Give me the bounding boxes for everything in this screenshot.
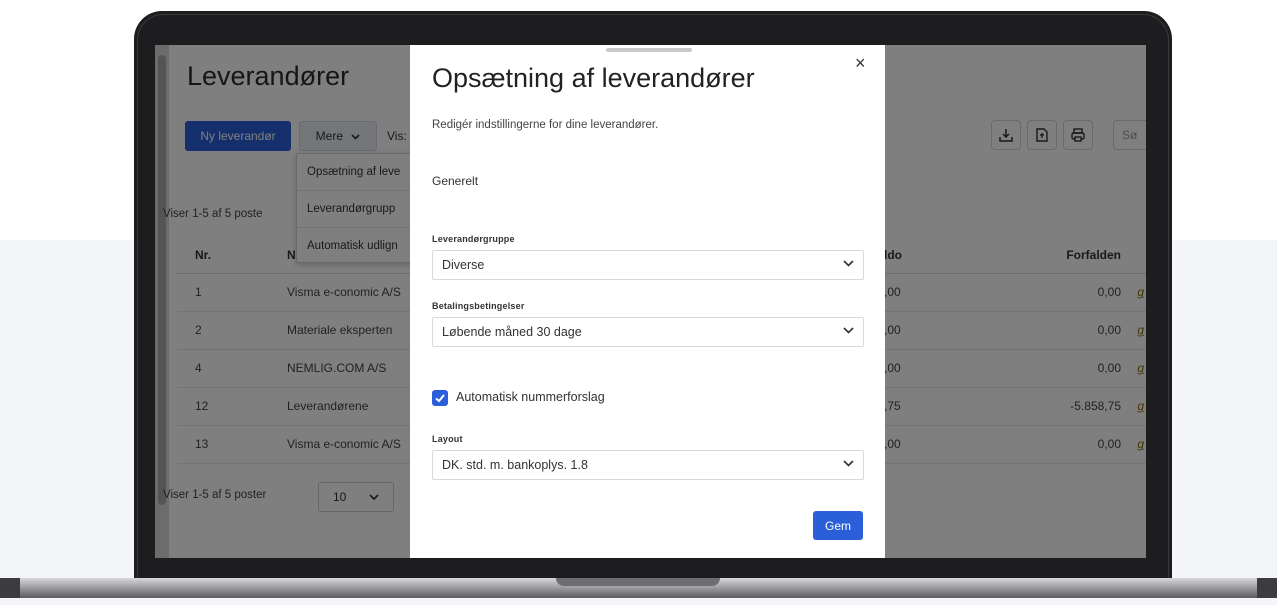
- save-button[interactable]: Gem: [813, 511, 863, 540]
- layout-label: Layout: [432, 434, 463, 444]
- supplier-group-select[interactable]: Diverse: [432, 250, 864, 280]
- dialog-title: Opsætning af leverandører: [432, 63, 755, 93]
- laptop-base-right-edge: [1257, 578, 1277, 598]
- payment-terms-select[interactable]: Løbende måned 30 dage: [432, 317, 864, 347]
- supplier-group-value: Diverse: [442, 258, 485, 272]
- chevron-down-icon: [843, 460, 854, 467]
- laptop-hinge-notch: [556, 578, 720, 586]
- auto-number-checkbox[interactable]: [432, 390, 448, 406]
- payment-terms-value: Løbende måned 30 dage: [442, 325, 582, 339]
- dialog-description: Redigér indstillingerne for dine leveran…: [432, 119, 659, 131]
- layout-select[interactable]: DK. std. m. bankoplys. 1.8: [432, 450, 864, 480]
- supplier-setup-dialog: Opsætning af leverandører × Redigér inds…: [410, 45, 885, 558]
- payment-terms-label: Betalingsbetingelser: [432, 301, 525, 311]
- section-general-title: Generelt: [432, 174, 479, 188]
- auto-number-label[interactable]: Automatisk nummerforslag: [456, 390, 605, 404]
- layout-value: DK. std. m. bankoplys. 1.8: [442, 458, 588, 472]
- close-icon[interactable]: ×: [855, 53, 866, 74]
- chevron-down-icon: [843, 260, 854, 267]
- checkmark-icon: [435, 394, 445, 403]
- drag-handle[interactable]: [606, 48, 692, 52]
- laptop-screen: Leverandører Ny leverandør Mere Vis: Ops…: [155, 45, 1146, 558]
- chevron-down-icon: [843, 327, 854, 334]
- supplier-group-label: Leverandørgruppe: [432, 234, 515, 244]
- laptop-base-left-edge: [0, 578, 20, 598]
